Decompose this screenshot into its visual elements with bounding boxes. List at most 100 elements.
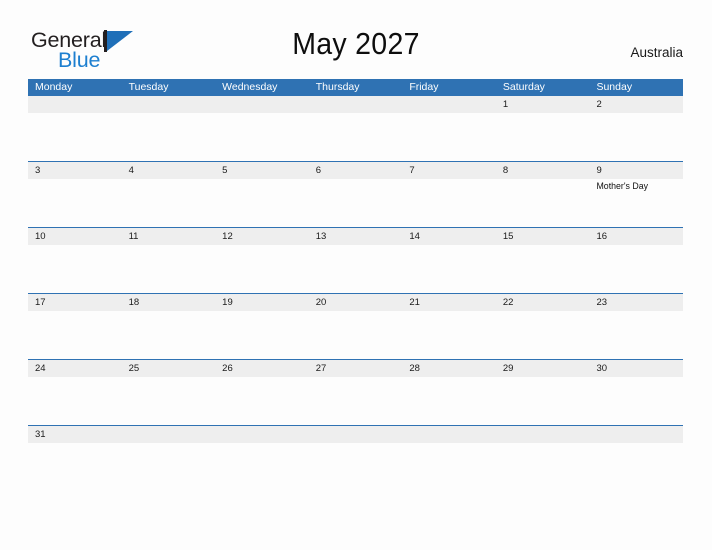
calendar-day-cell[interactable]: 17 — [28, 294, 122, 359]
calendar-day-cell[interactable] — [496, 426, 590, 454]
calendar-day-cell[interactable]: 12 — [215, 228, 309, 293]
day-number — [409, 97, 496, 113]
calendar-day-cell[interactable]: 19 — [215, 294, 309, 359]
day-number: 8 — [502, 165, 509, 176]
calendar-day-cell[interactable]: 29 — [496, 360, 590, 425]
day-number: 9 — [596, 165, 602, 176]
calendar-day-cell[interactable]: 3 — [28, 162, 122, 227]
calendar-day-cell[interactable]: 13 — [309, 228, 403, 293]
calendar-day-cell[interactable] — [402, 426, 496, 454]
calendar-grid: Monday Tuesday Wednesday Thursday Friday… — [28, 79, 683, 454]
day-number: 4 — [128, 165, 134, 176]
calendar-day-cell[interactable]: 2 — [589, 96, 683, 161]
calendar-day-cell[interactable] — [122, 96, 216, 161]
day-number: 28 — [409, 363, 420, 374]
calendar-day-cell[interactable]: 27 — [309, 360, 403, 425]
calendar-day-cell[interactable]: 24 — [28, 360, 122, 425]
day-number: 1 — [502, 99, 509, 110]
day-event: Mother's Day — [596, 181, 649, 191]
day-number: 14 — [409, 231, 420, 242]
calendar-week-row: 3 4 5 6 7 8 9 Mother's Day — [28, 161, 683, 227]
page-title: May 2027 — [292, 26, 420, 61]
weekday-sunday: Sunday — [596, 81, 633, 93]
weekday-tuesday: Tuesday — [128, 81, 169, 93]
calendar-day-cell[interactable]: 30 — [589, 360, 683, 425]
calendar-day-cell[interactable] — [28, 96, 122, 161]
day-number: 2 — [596, 99, 602, 110]
calendar-day-cell[interactable] — [215, 96, 309, 161]
day-number: 11 — [128, 231, 139, 242]
calendar-day-cell[interactable]: 4 — [122, 162, 216, 227]
calendar-day-cell[interactable]: 22 — [496, 294, 590, 359]
calendar-day-cell[interactable]: 26 — [215, 360, 309, 425]
day-number: 10 — [35, 231, 46, 242]
day-number: 18 — [128, 297, 140, 308]
day-number — [222, 97, 309, 113]
calendar-week-row: 10 11 12 13 14 15 16 — [28, 227, 683, 293]
day-number: 19 — [222, 297, 233, 308]
day-number: 24 — [35, 363, 46, 374]
day-number: 21 — [409, 297, 420, 308]
page-header: General Blue May 2027 Australia — [0, 0, 712, 79]
day-number: 17 — [35, 297, 46, 308]
weekday-header-row: Monday Tuesday Wednesday Thursday Friday… — [28, 79, 683, 96]
calendar-day-cell[interactable]: 31 — [28, 426, 122, 454]
day-number: 16 — [596, 231, 608, 242]
day-number: 6 — [315, 165, 322, 176]
day-number: 27 — [315, 363, 327, 374]
day-number: 22 — [502, 297, 514, 308]
calendar-day-cell[interactable] — [402, 96, 496, 161]
calendar-day-cell[interactable]: 5 — [215, 162, 309, 227]
day-number — [409, 427, 496, 443]
calendar-day-cell[interactable]: 6 — [309, 162, 403, 227]
calendar-day-cell[interactable]: 10 — [28, 228, 122, 293]
calendar-week-row: 31 — [28, 425, 683, 454]
weekday-wednesday: Wednesday — [222, 81, 278, 93]
day-number — [503, 427, 590, 443]
region-label: Australia — [630, 45, 683, 60]
calendar-day-cell[interactable] — [309, 96, 403, 161]
calendar-day-cell[interactable]: 25 — [122, 360, 216, 425]
calendar-day-cell[interactable] — [122, 426, 216, 454]
calendar-day-cell[interactable]: 21 — [402, 294, 496, 359]
day-number — [129, 97, 216, 113]
calendar-day-cell[interactable]: 15 — [496, 228, 590, 293]
day-number: 12 — [222, 231, 233, 242]
calendar-day-cell[interactable]: 16 — [589, 228, 683, 293]
calendar-day-cell[interactable]: 9 Mother's Day — [589, 162, 683, 227]
day-number: 5 — [222, 165, 228, 176]
day-number: 20 — [315, 297, 327, 308]
day-number: 15 — [502, 231, 514, 242]
weekday-thursday: Thursday — [315, 81, 360, 93]
calendar-day-cell[interactable]: 8 — [496, 162, 590, 227]
day-number: 7 — [409, 165, 415, 176]
day-number — [316, 427, 403, 443]
calendar-week-row: 1 2 — [28, 96, 683, 161]
calendar-day-cell[interactable]: 23 — [589, 294, 683, 359]
calendar-week-row: 17 18 19 20 21 22 23 — [28, 293, 683, 359]
day-number: 26 — [222, 363, 233, 374]
calendar-day-cell[interactable]: 11 — [122, 228, 216, 293]
day-number — [35, 97, 122, 113]
day-number — [129, 427, 216, 443]
weekday-friday: Friday — [409, 81, 439, 93]
calendar-day-cell[interactable] — [309, 426, 403, 454]
day-number: 3 — [35, 165, 41, 176]
day-number: 25 — [128, 363, 140, 374]
day-number: 29 — [502, 363, 514, 374]
calendar-page: General Blue May 2027 Australia Monday T… — [0, 0, 712, 550]
weekday-monday: Monday — [35, 81, 73, 93]
calendar-day-cell[interactable]: 28 — [402, 360, 496, 425]
calendar-day-cell[interactable]: 7 — [402, 162, 496, 227]
calendar-day-cell[interactable]: 18 — [122, 294, 216, 359]
day-number — [596, 427, 683, 443]
day-number: 13 — [315, 231, 327, 242]
calendar-day-cell[interactable]: 14 — [402, 228, 496, 293]
calendar-week-row: 24 25 26 27 28 29 30 — [28, 359, 683, 425]
calendar-day-cell[interactable]: 1 — [496, 96, 590, 161]
calendar-day-cell[interactable]: 20 — [309, 294, 403, 359]
calendar-day-cell[interactable] — [215, 426, 309, 454]
day-number — [316, 97, 403, 113]
calendar-day-cell[interactable] — [589, 426, 683, 454]
day-number: 23 — [596, 297, 608, 308]
